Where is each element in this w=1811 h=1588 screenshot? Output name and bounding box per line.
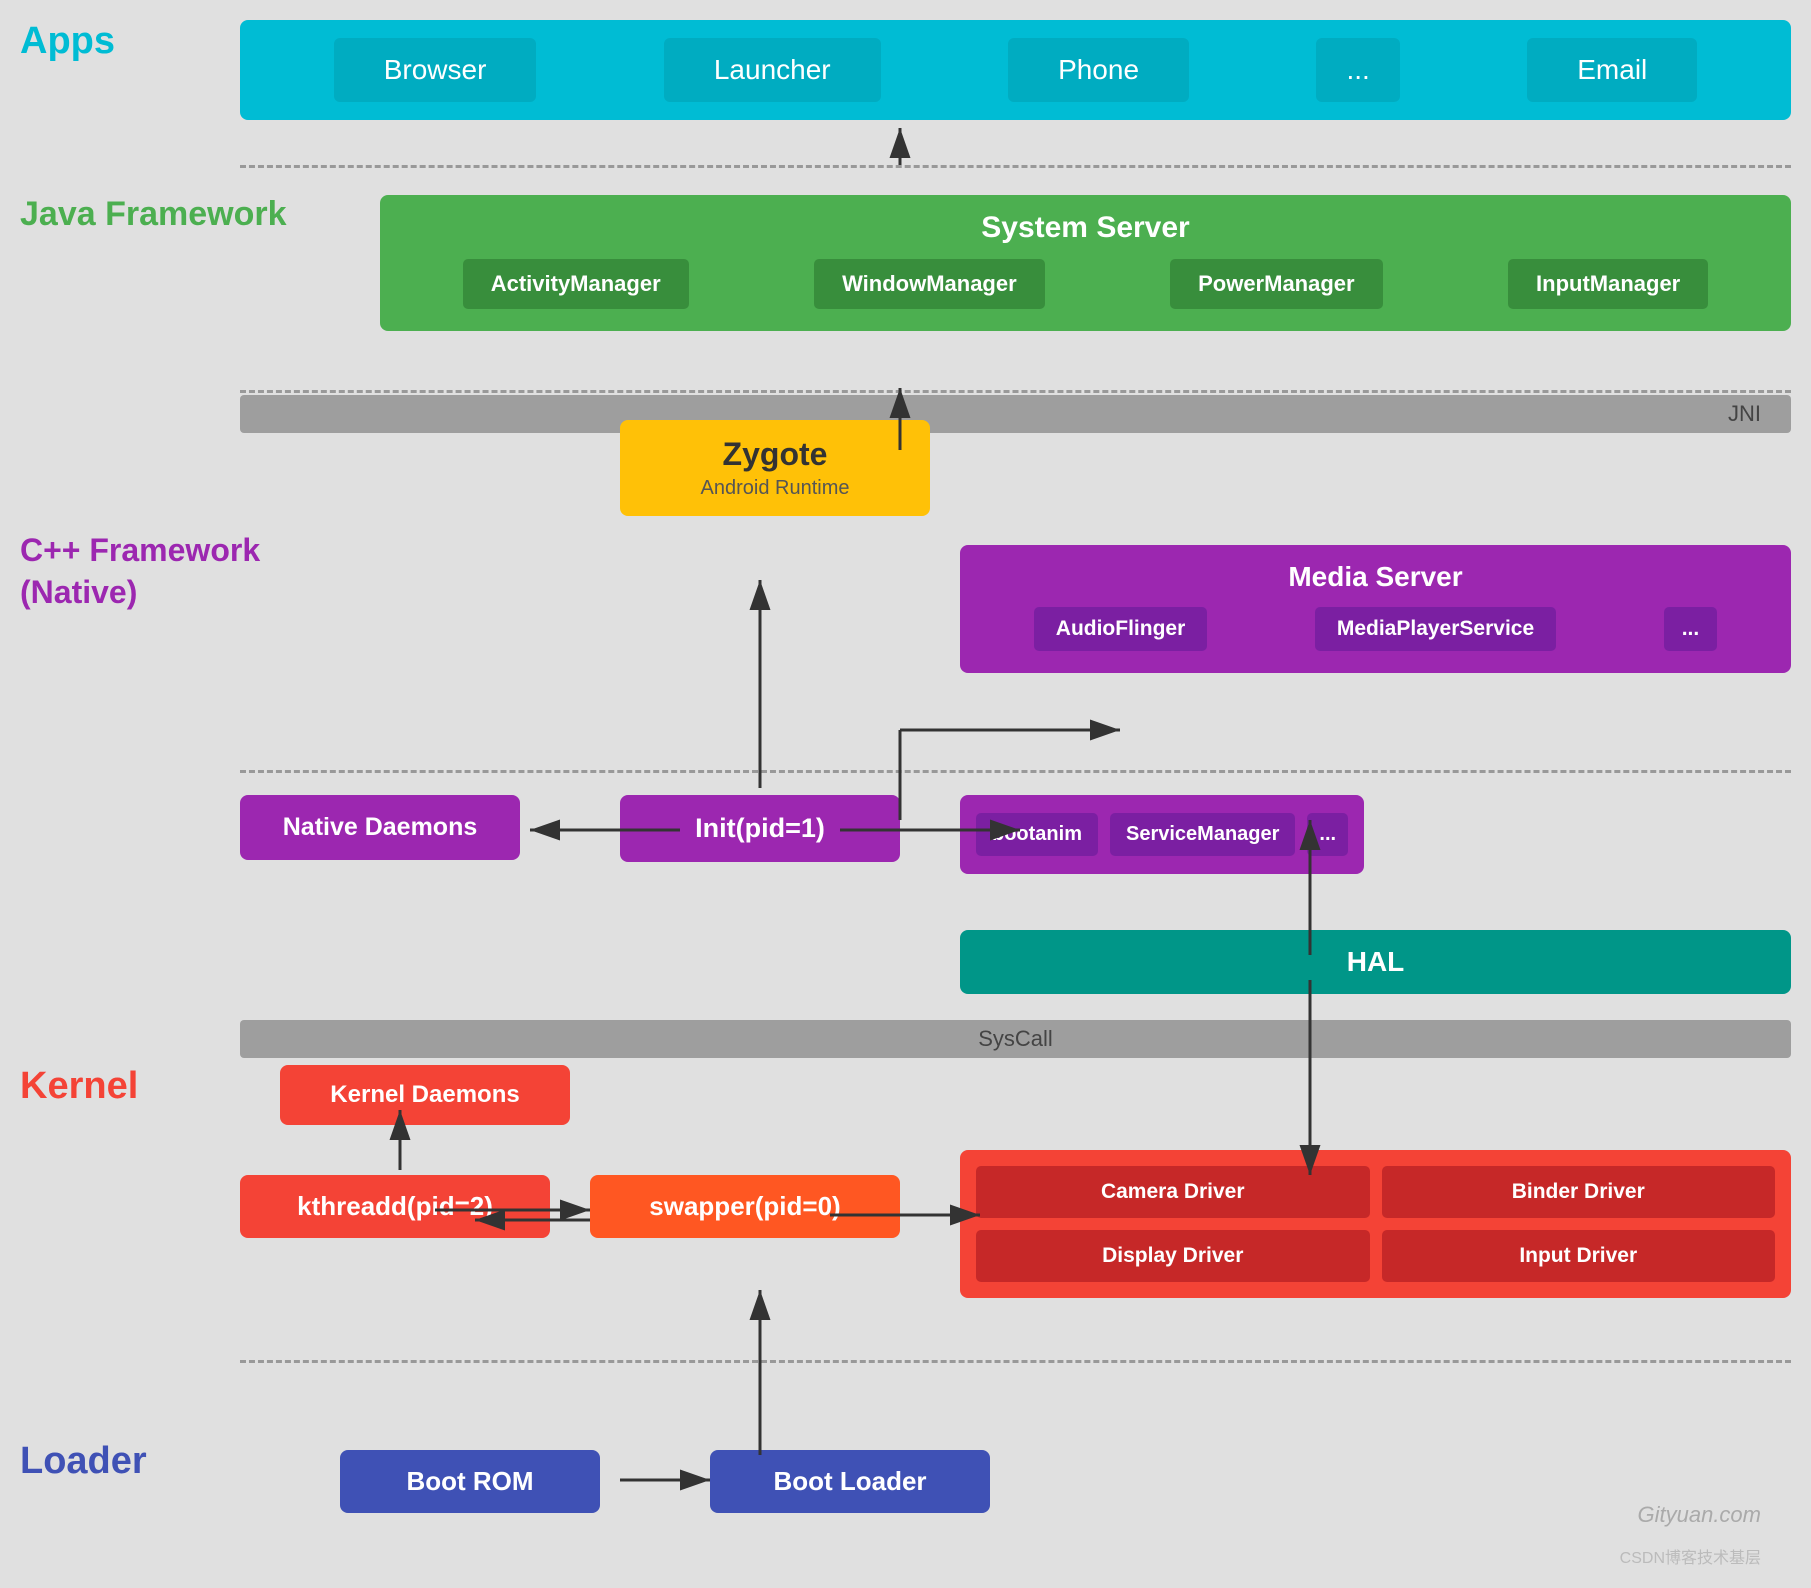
zygote-box: Zygote Android Runtime [620, 420, 930, 516]
csdn-watermark: CSDN博客技术基层 [1620, 1544, 1761, 1568]
dashed-sep-3 [240, 770, 1791, 773]
init-label: Init(pid=1) [695, 813, 825, 843]
native-daemons-box: Native Daemons [240, 795, 520, 860]
svc-bootanim: bootanim [976, 813, 1098, 856]
system-server-title: System Server [400, 211, 1771, 245]
ss-input-manager: InputManager [1508, 259, 1708, 309]
diagram: Apps Browser Launcher Phone ... Email Ja… [0, 0, 1811, 1588]
ms-media-player: MediaPlayerService [1315, 607, 1556, 651]
java-framework-label: Java Framework [20, 195, 287, 234]
hal-box: HAL [960, 930, 1791, 994]
app-email: Email [1527, 38, 1697, 102]
cpp-framework-label: C++ Framework(Native) [20, 530, 260, 613]
media-server-box: Media Server AudioFlinger MediaPlayerSer… [960, 545, 1791, 673]
services-box: bootanim ServiceManager ... [960, 795, 1364, 874]
native-daemons-label: Native Daemons [283, 813, 478, 841]
app-phone: Phone [1008, 38, 1189, 102]
driver-display: Display Driver [976, 1230, 1370, 1282]
kthreadd-label: kthreadd(pid=2) [297, 1191, 493, 1221]
ms-ellipsis: ... [1664, 607, 1718, 651]
ss-power-manager: PowerManager [1170, 259, 1383, 309]
boot-loader-box: Boot Loader [710, 1450, 990, 1513]
svc-service-manager: ServiceManager [1110, 813, 1295, 856]
svc-ellipsis: ... [1307, 813, 1348, 856]
swapper-box: swapper(pid=0) [590, 1175, 900, 1238]
kernel-daemons-box: Kernel Daemons [280, 1065, 570, 1125]
system-server-items: ActivityManager WindowManager PowerManag… [400, 259, 1771, 309]
dashed-sep-1 [240, 165, 1791, 168]
zygote-title: Zygote [650, 436, 900, 473]
services-items: bootanim ServiceManager ... [976, 813, 1348, 856]
media-server-title: Media Server [980, 561, 1771, 593]
apps-label: Apps [20, 20, 115, 63]
boot-rom-label: Boot ROM [406, 1466, 533, 1496]
ss-window-manager: WindowManager [814, 259, 1045, 309]
driver-camera: Camera Driver [976, 1166, 1370, 1218]
kernel-label: Kernel [20, 1065, 138, 1108]
boot-loader-label: Boot Loader [773, 1466, 926, 1496]
app-launcher: Launcher [664, 38, 881, 102]
media-server-items: AudioFlinger MediaPlayerService ... [980, 607, 1771, 651]
driver-input: Input Driver [1382, 1230, 1776, 1282]
jni-label: JNI [1728, 401, 1761, 427]
hal-label: HAL [1347, 946, 1405, 977]
syscall-bar: SysCall [240, 1020, 1791, 1058]
zygote-subtitle: Android Runtime [650, 477, 900, 500]
init-box: Init(pid=1) [620, 795, 900, 862]
drivers-box: Camera Driver Binder Driver Display Driv… [960, 1150, 1791, 1298]
syscall-label: SysCall [978, 1026, 1053, 1052]
ss-activity-manager: ActivityManager [463, 259, 689, 309]
apps-bar: Browser Launcher Phone ... Email [240, 20, 1791, 120]
driver-binder: Binder Driver [1382, 1166, 1776, 1218]
system-server-box: System Server ActivityManager WindowMana… [380, 195, 1791, 331]
dashed-sep-2 [240, 390, 1791, 393]
swapper-label: swapper(pid=0) [649, 1191, 840, 1221]
ms-audio-flinger: AudioFlinger [1034, 607, 1208, 651]
watermark: Gityuan.com [1638, 1502, 1762, 1528]
kthreadd-box: kthreadd(pid=2) [240, 1175, 550, 1238]
dashed-sep-5 [240, 1360, 1791, 1363]
app-browser: Browser [334, 38, 537, 102]
drivers-grid: Camera Driver Binder Driver Display Driv… [976, 1166, 1775, 1282]
app-ellipsis: ... [1316, 38, 1399, 102]
loader-label: Loader [20, 1440, 147, 1483]
boot-rom-box: Boot ROM [340, 1450, 600, 1513]
kernel-daemons-label: Kernel Daemons [330, 1081, 519, 1108]
jni-bar: JNI [240, 395, 1791, 433]
